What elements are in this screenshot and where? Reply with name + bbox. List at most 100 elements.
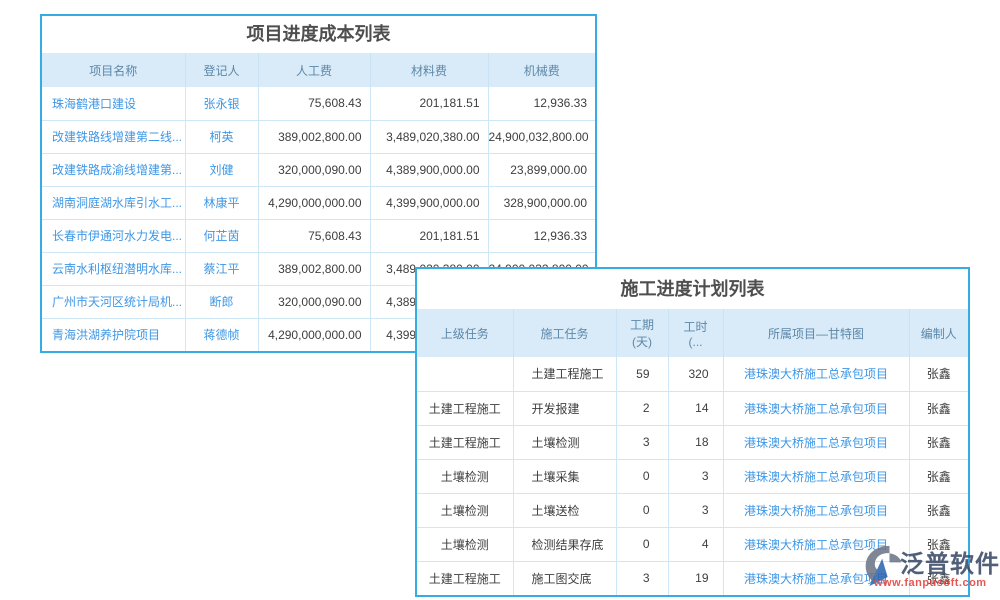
table-row: 改建铁路线增建第二线...柯英389,002,800.003,489,020,3…: [42, 120, 595, 153]
table-row: 土壤检测土壤送检03港珠澳大桥施工总承包项目张鑫: [417, 493, 968, 527]
hours-cell: 19: [668, 561, 723, 595]
material-cell: 201,181.51: [370, 87, 488, 120]
project-cell[interactable]: 港珠澳大桥施工总承包项目: [723, 493, 909, 527]
project-cell[interactable]: 港珠澳大桥施工总承包项目: [723, 459, 909, 493]
plan-table-title: 施工进度计划列表: [417, 269, 968, 309]
project-cell[interactable]: 改建铁路成渝线增建第...: [42, 153, 185, 186]
table-row: 改建铁路成渝线增建第...刘健320,000,090.004,389,900,0…: [42, 153, 595, 186]
parent-cell: [417, 357, 513, 391]
brand-url: www.fanpusoft.com: [874, 577, 987, 589]
labor-cell: 4,290,000,000.00: [258, 186, 370, 219]
column-header-gantt: 所属项目—甘特图: [723, 309, 909, 357]
duration-cell: 0: [616, 459, 668, 493]
column-header-labor: 人工费: [258, 53, 370, 87]
hours-cell: 3: [668, 493, 723, 527]
hours-cell: 3: [668, 459, 723, 493]
compiler-cell: 张鑫: [909, 493, 968, 527]
column-header-project: 项目名称: [42, 53, 185, 87]
hours-cell: 14: [668, 391, 723, 425]
project-cell[interactable]: 港珠澳大桥施工总承包项目: [723, 425, 909, 459]
table-row: 珠海鹤港口建设张永银75,608.43201,181.5112,936.33: [42, 87, 595, 120]
hours-cell: 320: [668, 357, 723, 391]
table-row: 土建工程施工59320港珠澳大桥施工总承包项目张鑫: [417, 357, 968, 391]
material-cell: 4,399,900,000.00: [370, 186, 488, 219]
parent-cell: 土壤检测: [417, 493, 513, 527]
parent-cell: 土建工程施工: [417, 561, 513, 595]
column-header-registrant: 登记人: [185, 53, 258, 87]
registrant-cell[interactable]: 蒋德帧: [185, 318, 258, 351]
task-cell: 土建工程施工: [513, 357, 616, 391]
labor-cell: 4,290,000,000.00: [258, 318, 370, 351]
registrant-cell[interactable]: 林康平: [185, 186, 258, 219]
task-cell: 土壤送检: [513, 493, 616, 527]
cost-table-title: 项目进度成本列表: [42, 16, 595, 53]
table-row: 长春市伊通河水力发电...何芷茵75,608.43201,181.5112,93…: [42, 219, 595, 252]
task-cell: 土壤采集: [513, 459, 616, 493]
compiler-cell: 张鑫: [909, 357, 968, 391]
parent-cell: 土壤检测: [417, 459, 513, 493]
compiler-cell: 张鑫: [909, 425, 968, 459]
parent-cell: 土壤检测: [417, 527, 513, 561]
project-cell[interactable]: 广州市天河区统计局机...: [42, 285, 185, 318]
table-row: 湖南洞庭湖水库引水工...林康平4,290,000,000.004,399,90…: [42, 186, 595, 219]
registrant-cell[interactable]: 柯英: [185, 120, 258, 153]
task-cell: 检测结果存底: [513, 527, 616, 561]
compiler-cell: 张鑫: [909, 459, 968, 493]
duration-cell: 3: [616, 561, 668, 595]
compiler-cell: 张鑫: [909, 391, 968, 425]
column-header-parent-task: 上级任务: [417, 309, 513, 357]
project-cell[interactable]: 青海洪湖养护院项目: [42, 318, 185, 351]
labor-cell: 389,002,800.00: [258, 252, 370, 285]
table-row: 土建工程施工土壤检测318港珠澳大桥施工总承包项目张鑫: [417, 425, 968, 459]
cost-table-header-row: 项目名称 登记人 人工费 材料费 机械费: [42, 53, 595, 87]
page: 项目进度成本列表 项目名称 登记人 人工费 材料费 机械费 珠海鹤港口建设张永银…: [0, 0, 1000, 600]
column-header-hours: 工时 (...: [668, 309, 723, 357]
project-cell[interactable]: 云南水利枢纽潜明水库...: [42, 252, 185, 285]
registrant-cell[interactable]: 刘健: [185, 153, 258, 186]
machine-cell: 12,936.33: [488, 219, 595, 252]
machine-cell: 23,899,000.00: [488, 153, 595, 186]
task-cell: 开发报建: [513, 391, 616, 425]
column-header-compiler: 编制人: [909, 309, 968, 357]
task-cell: 土壤检测: [513, 425, 616, 459]
plan-table-header-row: 上级任务 施工任务 工期 (天) 工时 (... 所属项目—甘特图 编制人: [417, 309, 968, 357]
duration-cell: 3: [616, 425, 668, 459]
labor-cell: 320,000,090.00: [258, 153, 370, 186]
table-row: 土建工程施工开发报建214港珠澳大桥施工总承包项目张鑫: [417, 391, 968, 425]
table-row: 土壤检测土壤采集03港珠澳大桥施工总承包项目张鑫: [417, 459, 968, 493]
column-header-material: 材料费: [370, 53, 488, 87]
machine-cell: 24,900,032,800.00: [488, 120, 595, 153]
hours-cell: 4: [668, 527, 723, 561]
material-cell: 201,181.51: [370, 219, 488, 252]
project-cell[interactable]: 湖南洞庭湖水库引水工...: [42, 186, 185, 219]
column-header-task: 施工任务: [513, 309, 616, 357]
duration-cell: 2: [616, 391, 668, 425]
material-cell: 3,489,020,380.00: [370, 120, 488, 153]
machine-cell: 12,936.33: [488, 87, 595, 120]
brand-name: 泛普软件: [900, 544, 1000, 579]
duration-cell: 0: [616, 493, 668, 527]
labor-cell: 320,000,090.00: [258, 285, 370, 318]
labor-cell: 389,002,800.00: [258, 120, 370, 153]
registrant-cell[interactable]: 张永银: [185, 87, 258, 120]
registrant-cell[interactable]: 断郎: [185, 285, 258, 318]
project-cell[interactable]: 改建铁路线增建第二线...: [42, 120, 185, 153]
duration-cell: 59: [616, 357, 668, 391]
labor-cell: 75,608.43: [258, 219, 370, 252]
column-header-machine: 机械费: [488, 53, 595, 87]
material-cell: 4,389,900,000.00: [370, 153, 488, 186]
labor-cell: 75,608.43: [258, 87, 370, 120]
project-cell[interactable]: 港珠澳大桥施工总承包项目: [723, 391, 909, 425]
duration-cell: 0: [616, 527, 668, 561]
project-cell[interactable]: 珠海鹤港口建设: [42, 87, 185, 120]
parent-cell: 土建工程施工: [417, 425, 513, 459]
registrant-cell[interactable]: 蔡江平: [185, 252, 258, 285]
brand-watermark: 泛普软件 www.fanpusoft.com: [858, 540, 1000, 594]
registrant-cell[interactable]: 何芷茵: [185, 219, 258, 252]
parent-cell: 土建工程施工: [417, 391, 513, 425]
project-cell[interactable]: 长春市伊通河水力发电...: [42, 219, 185, 252]
column-header-duration: 工期 (天): [616, 309, 668, 357]
project-cell[interactable]: 港珠澳大桥施工总承包项目: [723, 357, 909, 391]
machine-cell: 328,900,000.00: [488, 186, 595, 219]
hours-cell: 18: [668, 425, 723, 459]
